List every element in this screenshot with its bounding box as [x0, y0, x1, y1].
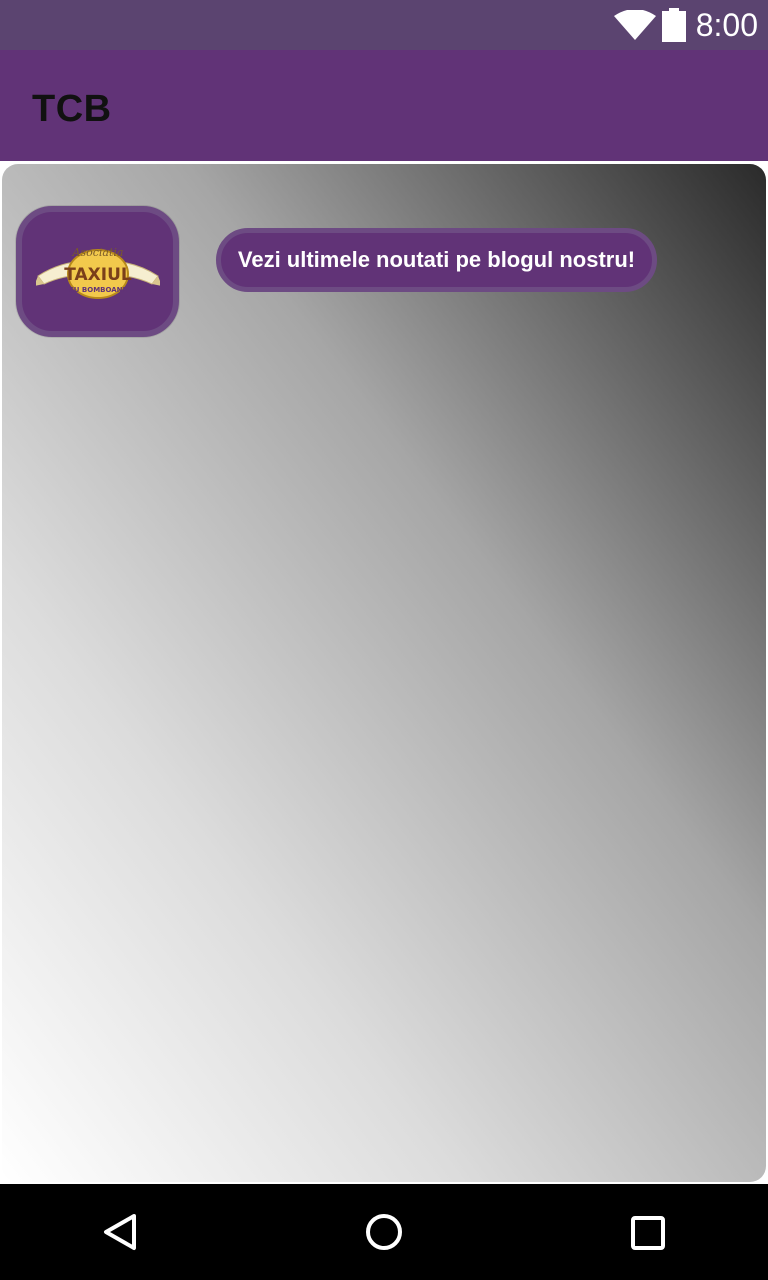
- recents-icon[interactable]: [630, 1215, 666, 1251]
- status-time: 8:00: [695, 7, 758, 43]
- battery-icon: [662, 8, 686, 42]
- wifi-icon: [614, 10, 656, 40]
- taxi-logo-icon: Asociatia TAXIUL CU BOMBOANE: [36, 246, 160, 299]
- logo-text-bottom: CU BOMBOANE: [69, 286, 128, 294]
- back-icon[interactable]: [100, 1212, 140, 1252]
- app-title: TCB: [32, 88, 112, 130]
- blog-button-label: Vezi ultimele noutati pe blogul nostru!: [237, 247, 636, 272]
- blog-button[interactable]: Vezi ultimele noutati pe blogul nostru!: [216, 228, 657, 292]
- logo-text-main: TAXIUL: [64, 265, 132, 285]
- logo-button[interactable]: Asociatia TAXIUL CU BOMBOANE: [16, 206, 179, 337]
- home-icon[interactable]: [364, 1212, 404, 1252]
- status-bar: 8:00: [0, 0, 768, 50]
- app-bar: TCB: [0, 50, 768, 161]
- logo-text-top: Asociatia: [72, 246, 124, 259]
